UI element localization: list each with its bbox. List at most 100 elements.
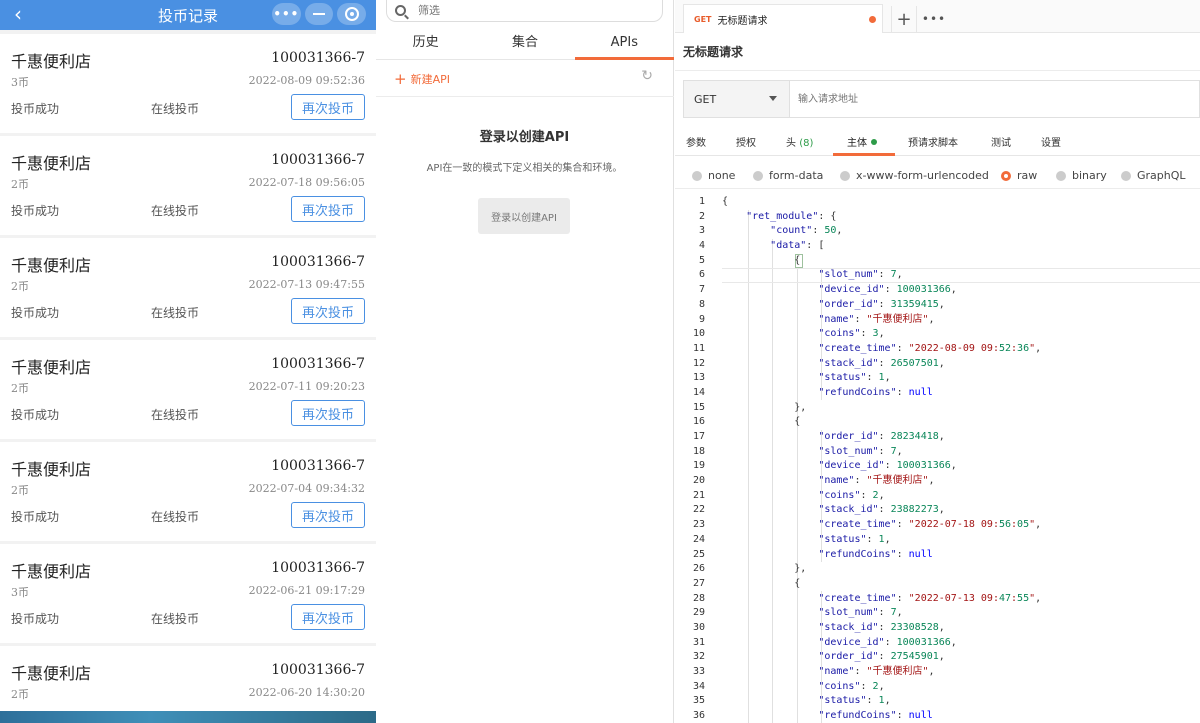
line-number: 3 <box>698 225 705 237</box>
coin-count: 2币 <box>11 280 29 293</box>
insert-again-button[interactable]: 再次投币 <box>291 502 365 528</box>
more-dots-icon: ••• <box>273 7 300 21</box>
line-number: 8 <box>698 298 705 310</box>
minimize-button[interactable] <box>304 3 334 25</box>
record-status: 投币成功 <box>11 204 60 218</box>
tab-more-button[interactable]: ••• <box>921 6 947 32</box>
body-type-radios: none form-data x-www-form-urlencoded raw bin… <box>675 163 1200 189</box>
record-item: 千惠便利店 100031366-7 3币 2022-06-21 09:17:29 投币成… <box>0 544 376 643</box>
tab-collections[interactable]: 集合 <box>475 30 574 59</box>
request-name[interactable]: 无标题请求 <box>683 43 743 60</box>
sidebar: 历史 集合 APIs + 新建API ↻ 登录以创建API API在一致的模式下… <box>376 0 675 723</box>
body-type-none[interactable]: none <box>692 169 735 182</box>
new-api-button[interactable]: + 新建API <box>394 70 450 88</box>
close-button[interactable] <box>337 3 367 25</box>
store-name: 千惠便利店 <box>11 460 92 479</box>
refresh-icon[interactable]: ↻ <box>641 68 653 84</box>
body-type-raw[interactable]: raw <box>1001 169 1037 182</box>
code-line: "coins": 2, <box>818 680 885 692</box>
line-number: 18 <box>692 445 705 457</box>
body-type-label: none <box>708 169 736 182</box>
code-line: "device_id": 100031366, <box>818 636 957 648</box>
background-image <box>0 711 376 723</box>
add-tab-button[interactable]: + <box>891 6 917 32</box>
record-time: 2022-06-20 14:30:20 <box>248 686 365 699</box>
insert-again-button[interactable]: 再次投币 <box>291 94 365 120</box>
login-description: API在一致的模式下定义相关的集合和环境。 <box>426 163 623 174</box>
line-number: 23 <box>692 519 705 531</box>
minus-icon <box>313 13 325 15</box>
url-input[interactable] <box>790 81 1199 117</box>
device-id: 100031366-7 <box>271 152 365 168</box>
record-item: 千惠便利店 100031366-7 2币 2022-07-18 09:56:05 投币成… <box>0 136 376 235</box>
subtab-0[interactable]: 参数 <box>686 134 706 149</box>
code-line: "count": 50, <box>770 225 843 237</box>
subtab-label: 授权 <box>736 138 756 149</box>
tab-apis[interactable]: APIs <box>574 30 675 60</box>
body-type-binary[interactable]: binary <box>1056 169 1107 182</box>
insert-again-button[interactable]: 再次投币 <box>291 604 365 630</box>
line-number: 25 <box>692 548 705 560</box>
coin-count: 3币 <box>11 586 29 599</box>
insert-again-button[interactable]: 再次投币 <box>291 400 365 426</box>
filter-box[interactable] <box>386 0 663 22</box>
insert-again-button[interactable]: 再次投币 <box>291 196 365 222</box>
filter-input[interactable] <box>418 4 618 17</box>
subtab-label: 设置 <box>1041 138 1061 149</box>
code-line: "status": 1, <box>818 372 891 384</box>
record-time: 2022-07-04 09:34:32 <box>248 482 365 495</box>
body-type-x-www-form-urlencoded[interactable]: x-www-form-urlencoded <box>840 169 989 182</box>
record-method: 在线投币 <box>151 510 200 524</box>
body-type-form-data[interactable]: form-data <box>753 169 823 182</box>
code-line: "device_id": 100031366, <box>818 460 957 472</box>
insert-again-button[interactable]: 再次投币 <box>291 298 365 324</box>
method-value: GET <box>694 92 717 106</box>
code-line: "refundCoins": null <box>818 710 933 722</box>
subtab-5[interactable]: 测试 <box>991 134 1011 149</box>
line-number: 31 <box>692 636 705 648</box>
record-method: 在线投币 <box>151 306 200 320</box>
coin-count: 2币 <box>11 178 29 191</box>
subtab-6[interactable]: 设置 <box>1041 134 1061 149</box>
line-number: 11 <box>692 342 705 354</box>
device-id: 100031366-7 <box>271 356 365 372</box>
more-button[interactable]: ••• <box>272 3 301 25</box>
request-tab[interactable]: GET 无标题请求 <box>683 4 883 33</box>
line-number: 20 <box>692 475 705 487</box>
device-id: 100031366-7 <box>271 50 365 66</box>
tab-title: 无标题请求 <box>717 15 768 27</box>
record-item: 千惠便利店 100031366-7 2币 2022-07-04 09:34:32 投币成… <box>0 442 376 541</box>
code-editor[interactable]: 1 2 3 4 5 6 7 8 9 10 11 12 13 14 15 16 17 18 19 20 21 22 23 24 2… <box>675 195 1200 723</box>
store-name: 千惠便利店 <box>11 358 92 377</box>
subtab-1[interactable]: 授权 <box>736 134 756 149</box>
line-number: 30 <box>692 621 705 633</box>
tab-history[interactable]: 历史 <box>376 30 475 59</box>
radio-icon <box>692 170 702 181</box>
code-line: "device_id": 100031366, <box>818 284 957 296</box>
login-title: 登录以创建API <box>479 130 570 145</box>
more-dots-icon: ••• <box>921 12 947 26</box>
line-number: 7 <box>698 284 705 296</box>
radio-icon <box>1056 170 1066 181</box>
code-line: "order_id": 28234418, <box>818 431 945 442</box>
code-line: "refundCoins": null <box>818 548 933 560</box>
subtab-4[interactable]: 预请求脚本 <box>908 134 958 149</box>
divider <box>675 70 1200 71</box>
line-number: 29 <box>692 607 705 619</box>
body-type-graphql[interactable]: GraphQL <box>1121 169 1186 182</box>
subtab-2[interactable]: 头 (8) <box>786 134 813 149</box>
line-number: 14 <box>692 386 705 398</box>
code-content[interactable]: { "ret_module": { "count": 50, "data": [… <box>722 195 1200 723</box>
body-type-label: binary <box>1072 169 1107 182</box>
line-number: 21 <box>692 489 705 501</box>
search-icon <box>395 5 406 16</box>
method-select[interactable]: GET <box>684 81 790 117</box>
code-line: "status": 1, <box>818 533 891 545</box>
line-number: 19 <box>692 460 705 472</box>
unsaved-dot-icon <box>869 16 876 23</box>
login-button[interactable]: 登录以创建API <box>478 198 570 234</box>
code-line: { <box>722 254 801 266</box>
request-editor: GET 无标题请求 + ••• 无标题请求 GET 参数 授权 头 (8) 主体 预请求… <box>675 0 1200 723</box>
subtab-3[interactable]: 主体 <box>847 134 877 149</box>
record-method: 在线投币 <box>151 102 200 116</box>
